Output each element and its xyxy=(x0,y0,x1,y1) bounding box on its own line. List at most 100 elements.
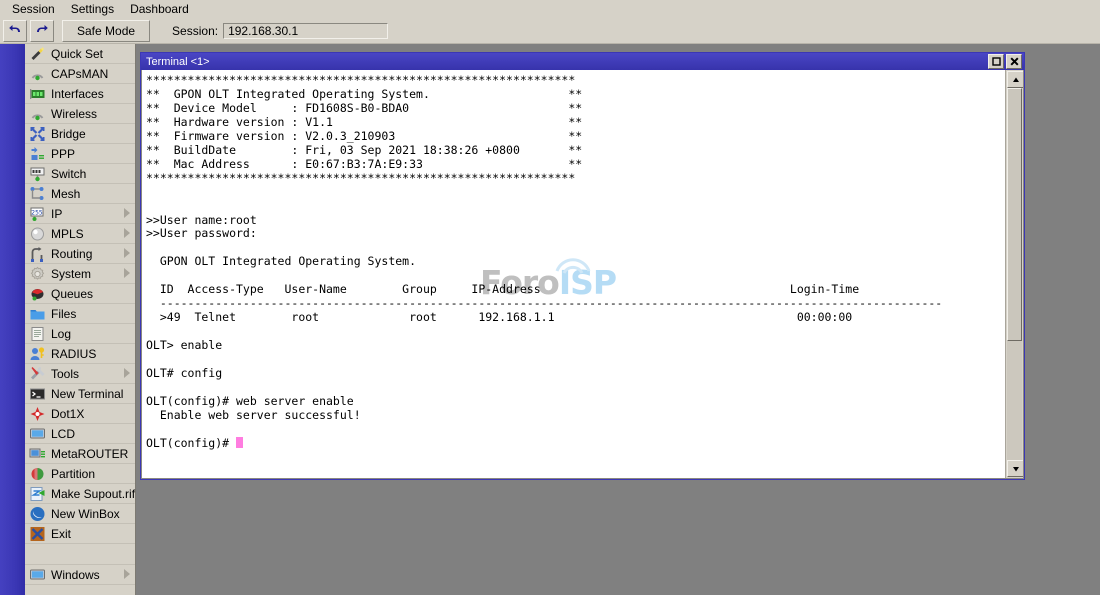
close-icon xyxy=(1009,57,1019,66)
chevron-right-icon xyxy=(124,208,130,218)
sidebar-item-label: Routing xyxy=(51,246,93,261)
sidebar-item-label: LCD xyxy=(51,426,76,441)
sidebar-item-routing[interactable]: Routing xyxy=(25,244,135,264)
sidebar-item-files[interactable]: Files xyxy=(25,304,135,324)
sidebar-item-label: Dot1X xyxy=(51,406,85,421)
redo-arrow-icon xyxy=(37,25,48,32)
svg-text:255: 255 xyxy=(31,209,43,216)
sidebar-item-label: PPP xyxy=(51,146,76,161)
ports-icon xyxy=(30,88,45,99)
close-button[interactable] xyxy=(1006,54,1022,69)
redo-button[interactable] xyxy=(30,19,54,42)
sidebar-item-label: Quick Set xyxy=(51,46,104,61)
terminal-text: ****************************************… xyxy=(146,73,943,450)
safe-mode-label: Safe Mode xyxy=(77,23,136,38)
dot1x-icon xyxy=(30,406,45,421)
sidebar-item-mesh[interactable]: Mesh xyxy=(25,184,135,204)
chevron-right-icon xyxy=(124,368,130,378)
menu-bar: Session Settings Dashboard xyxy=(0,0,1100,18)
ppp-icon xyxy=(31,146,44,160)
session-input[interactable] xyxy=(223,22,389,39)
partition-icon xyxy=(31,467,44,480)
sidebar-item-system[interactable]: System xyxy=(25,264,135,284)
exit-icon xyxy=(30,526,45,541)
sidebar-item-label: Mesh xyxy=(51,186,81,201)
sidebar-item-label: Bridge xyxy=(51,126,86,141)
routing-icon xyxy=(31,246,43,262)
toolbar: Safe Mode Session: xyxy=(0,18,1100,44)
winbox-icon xyxy=(30,506,45,521)
undo-button[interactable] xyxy=(3,19,27,42)
terminal-vertical-scrollbar[interactable] xyxy=(1005,70,1023,478)
chevron-right-icon xyxy=(124,569,130,579)
gear-icon xyxy=(30,266,45,280)
winbox-application: Session Settings Dashboard Safe Mode Ses… xyxy=(0,0,1100,595)
sidebar-item-new-winbox[interactable]: New WinBox xyxy=(25,504,135,524)
radius-key-icon xyxy=(30,346,45,360)
sidebar-item-partition[interactable]: Partition xyxy=(25,464,135,484)
scroll-up-arrow-icon xyxy=(1012,77,1019,82)
sidebar-item-radius[interactable]: RADIUS xyxy=(25,344,135,364)
sidebar-item-quick-set[interactable]: Quick Set xyxy=(25,44,135,64)
sidebar-item-label: Log xyxy=(51,326,72,341)
sidebar-item-label: Exit xyxy=(51,526,72,541)
sidebar-item-tools[interactable]: Tools xyxy=(25,364,135,384)
sidebar-item-interfaces[interactable]: Interfaces xyxy=(25,84,135,104)
supout-icon xyxy=(30,486,45,501)
sidebar-item-make-supout-rif[interactable]: Make Supout.rif xyxy=(25,484,135,504)
terminal-output-area[interactable]: ForoISP ********************************… xyxy=(142,70,1005,478)
sidebar-item-new-terminal[interactable]: New Terminal xyxy=(25,384,135,404)
scroll-up-button[interactable] xyxy=(1007,71,1023,88)
sidebar-spacer xyxy=(25,544,135,565)
sidebar-item-label: Interfaces xyxy=(51,86,104,101)
sidebar-item-label: MetaROUTER xyxy=(51,446,129,461)
mesh-icon xyxy=(30,186,44,200)
safe-mode-button[interactable]: Safe Mode xyxy=(62,19,151,42)
sidebar-item-label: MPLS xyxy=(51,226,84,241)
log-icon xyxy=(31,326,44,341)
sidebar-item-ppp[interactable]: PPP xyxy=(25,144,135,164)
chevron-right-icon xyxy=(124,248,130,258)
sidebar-item-queues[interactable]: Queues xyxy=(25,284,135,304)
sidebar-item-label: IP xyxy=(51,206,63,221)
sidebar-item-wireless[interactable]: Wireless xyxy=(25,104,135,124)
scrollbar-thumb[interactable] xyxy=(1007,88,1022,341)
sidebar-item-label: Make Supout.rif xyxy=(51,486,136,501)
sidebar-item-label: Tools xyxy=(51,366,80,381)
menu-dashboard[interactable]: Dashboard xyxy=(122,1,197,17)
maximize-icon xyxy=(991,57,1001,66)
menu-session[interactable]: Session xyxy=(4,1,63,17)
sidebar-item-capsman[interactable]: CAPsMAN xyxy=(25,64,135,84)
bridge-icon xyxy=(30,126,45,141)
sidebar-item-metarouter[interactable]: MetaROUTER xyxy=(25,444,135,464)
scroll-down-arrow-icon xyxy=(1012,466,1019,471)
sidebar-item-ip[interactable]: 255 IP xyxy=(25,204,135,224)
terminal-title-label: Terminal <1> xyxy=(146,55,210,68)
sidebar-item-label: New Terminal xyxy=(51,386,124,401)
folder-icon xyxy=(30,309,45,319)
sidebar-item-label: Files xyxy=(51,306,77,321)
sidebar-item-exit[interactable]: Exit xyxy=(25,524,135,544)
ip-255-icon: 255 xyxy=(30,207,44,221)
tools-icon xyxy=(31,366,45,379)
scroll-down-button[interactable] xyxy=(1007,460,1023,477)
mpls-icon xyxy=(31,227,44,240)
switch-icon xyxy=(30,167,45,181)
maximize-button[interactable] xyxy=(988,54,1004,69)
sidebar-item-label: Partition xyxy=(51,466,96,481)
monitor-icon xyxy=(30,569,45,579)
sidebar-item-label: Queues xyxy=(51,286,94,301)
sidebar: WinBox Quick Set CAPsMAN xyxy=(0,44,136,595)
sidebar-item-switch[interactable]: Switch xyxy=(25,164,135,184)
terminal-title-bar[interactable]: Terminal <1> xyxy=(141,53,1024,70)
sidebar-item-windows[interactable]: Windows xyxy=(25,565,135,585)
wand-icon xyxy=(31,46,45,60)
menu-settings[interactable]: Settings xyxy=(63,1,122,17)
sidebar-item-log[interactable]: Log xyxy=(25,324,135,344)
sidebar-item-lcd[interactable]: LCD xyxy=(25,424,135,444)
sidebar-item-mpls[interactable]: MPLS xyxy=(25,224,135,244)
queues-icon xyxy=(31,288,44,300)
sidebar-item-bridge[interactable]: Bridge xyxy=(25,124,135,144)
sidebar-item-dot1x[interactable]: Dot1X xyxy=(25,404,135,424)
sidebar-rail: WinBox xyxy=(0,44,25,595)
